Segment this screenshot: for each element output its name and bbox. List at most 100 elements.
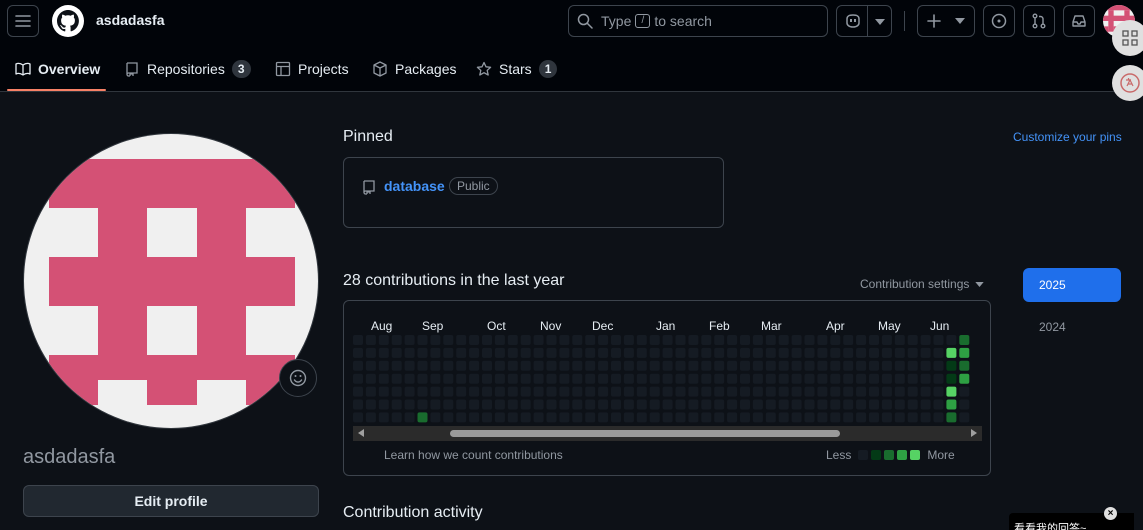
contribution-day[interactable] <box>417 412 428 423</box>
contribution-day[interactable] <box>869 412 879 423</box>
contribution-day[interactable] <box>727 399 738 410</box>
notifications-button[interactable] <box>1063 5 1095 37</box>
contribution-day[interactable] <box>378 399 389 410</box>
contribution-day[interactable] <box>507 347 518 358</box>
contribution-day[interactable] <box>881 386 892 397</box>
contribution-day[interactable] <box>843 360 854 371</box>
contribution-day[interactable] <box>765 386 776 397</box>
contribution-day[interactable] <box>365 386 376 397</box>
contribution-day[interactable] <box>623 399 634 410</box>
contribution-day[interactable] <box>482 399 492 410</box>
contribution-day[interactable] <box>520 373 531 384</box>
contribution-day[interactable] <box>856 399 867 410</box>
contribution-day[interactable] <box>598 412 609 423</box>
contribution-day[interactable] <box>675 335 686 345</box>
contribution-day[interactable] <box>791 386 802 397</box>
contribution-day[interactable] <box>714 386 725 397</box>
contribution-day[interactable] <box>675 347 686 358</box>
contribution-day[interactable] <box>378 347 389 358</box>
contribution-day[interactable] <box>623 412 634 423</box>
contribution-day[interactable] <box>907 412 918 423</box>
contribution-day[interactable] <box>365 373 376 384</box>
contribution-day[interactable] <box>830 386 841 397</box>
contribution-day[interactable] <box>649 360 660 371</box>
contribution-day[interactable] <box>430 399 441 410</box>
contribution-settings-dropdown[interactable]: Contribution settings <box>860 277 985 291</box>
contribution-day[interactable] <box>843 347 854 358</box>
scroll-right-icon[interactable] <box>971 429 977 437</box>
contribution-day[interactable] <box>752 373 763 384</box>
contribution-day[interactable] <box>417 386 428 397</box>
contribution-day[interactable] <box>559 360 570 371</box>
contribution-day[interactable] <box>920 360 931 371</box>
contribution-day[interactable] <box>482 412 492 423</box>
translate-extension-button[interactable] <box>1112 65 1143 101</box>
learn-contributions-link[interactable]: Learn how we count contributions <box>384 448 563 462</box>
contribution-day[interactable] <box>520 399 531 410</box>
contribution-day[interactable] <box>482 347 492 358</box>
contribution-day[interactable] <box>585 373 596 384</box>
contribution-day[interactable] <box>817 412 828 423</box>
contribution-day[interactable] <box>507 399 518 410</box>
contribution-day[interactable] <box>559 347 570 358</box>
contribution-day[interactable] <box>959 373 970 384</box>
contribution-day[interactable] <box>533 360 544 371</box>
contribution-day[interactable] <box>611 373 621 384</box>
contribution-day[interactable] <box>598 347 609 358</box>
contribution-day[interactable] <box>843 335 854 345</box>
contribution-day[interactable] <box>417 360 428 371</box>
contribution-day[interactable] <box>636 373 647 384</box>
contribution-day[interactable] <box>946 347 957 358</box>
contribution-day[interactable] <box>559 399 570 410</box>
contribution-day[interactable] <box>714 412 725 423</box>
contribution-day[interactable] <box>740 373 750 384</box>
contribution-day[interactable] <box>585 399 596 410</box>
contribution-day[interactable] <box>856 335 867 345</box>
contribution-day[interactable] <box>959 399 970 410</box>
contribution-day[interactable] <box>585 386 596 397</box>
contribution-day[interactable] <box>727 373 738 384</box>
contribution-day[interactable] <box>714 373 725 384</box>
contribution-day[interactable] <box>572 373 583 384</box>
contribution-day[interactable] <box>494 347 505 358</box>
contribution-day[interactable] <box>894 373 905 384</box>
contribution-day[interactable] <box>920 335 931 345</box>
contribution-day[interactable] <box>907 360 918 371</box>
contribution-day[interactable] <box>404 373 415 384</box>
contribution-day[interactable] <box>688 373 699 384</box>
contribution-day[interactable] <box>649 335 660 345</box>
contribution-day[interactable] <box>365 412 376 423</box>
customize-pins-link[interactable]: Customize your pins <box>1013 130 1122 144</box>
contribution-day[interactable] <box>494 360 505 371</box>
contribution-day[interactable] <box>830 347 841 358</box>
contribution-day[interactable] <box>894 386 905 397</box>
contribution-day[interactable] <box>830 360 841 371</box>
contribution-day[interactable] <box>869 386 879 397</box>
contribution-day[interactable] <box>791 347 802 358</box>
contribution-day[interactable] <box>546 386 557 397</box>
tab-overview[interactable]: Overview <box>15 55 100 83</box>
contribution-day[interactable] <box>894 412 905 423</box>
contribution-day[interactable] <box>791 399 802 410</box>
contribution-day[interactable] <box>933 373 944 384</box>
contribution-day[interactable] <box>727 386 738 397</box>
contribution-day[interactable] <box>585 360 596 371</box>
contribution-day[interactable] <box>430 347 441 358</box>
contribution-day[interactable] <box>533 399 544 410</box>
contribution-day[interactable] <box>907 335 918 345</box>
contribution-day[interactable] <box>456 360 467 371</box>
contribution-day[interactable] <box>494 386 505 397</box>
contribution-day[interactable] <box>752 412 763 423</box>
contribution-day[interactable] <box>959 347 970 358</box>
contribution-day[interactable] <box>520 347 531 358</box>
contribution-day[interactable] <box>701 412 712 423</box>
contribution-day[interactable] <box>559 412 570 423</box>
contribution-day[interactable] <box>856 347 867 358</box>
contribution-day[interactable] <box>572 386 583 397</box>
contribution-day[interactable] <box>933 347 944 358</box>
contribution-day[interactable] <box>817 360 828 371</box>
contribution-day[interactable] <box>843 373 854 384</box>
contribution-day[interactable] <box>920 386 931 397</box>
menu-button[interactable] <box>7 5 39 37</box>
contribution-day[interactable] <box>843 399 854 410</box>
